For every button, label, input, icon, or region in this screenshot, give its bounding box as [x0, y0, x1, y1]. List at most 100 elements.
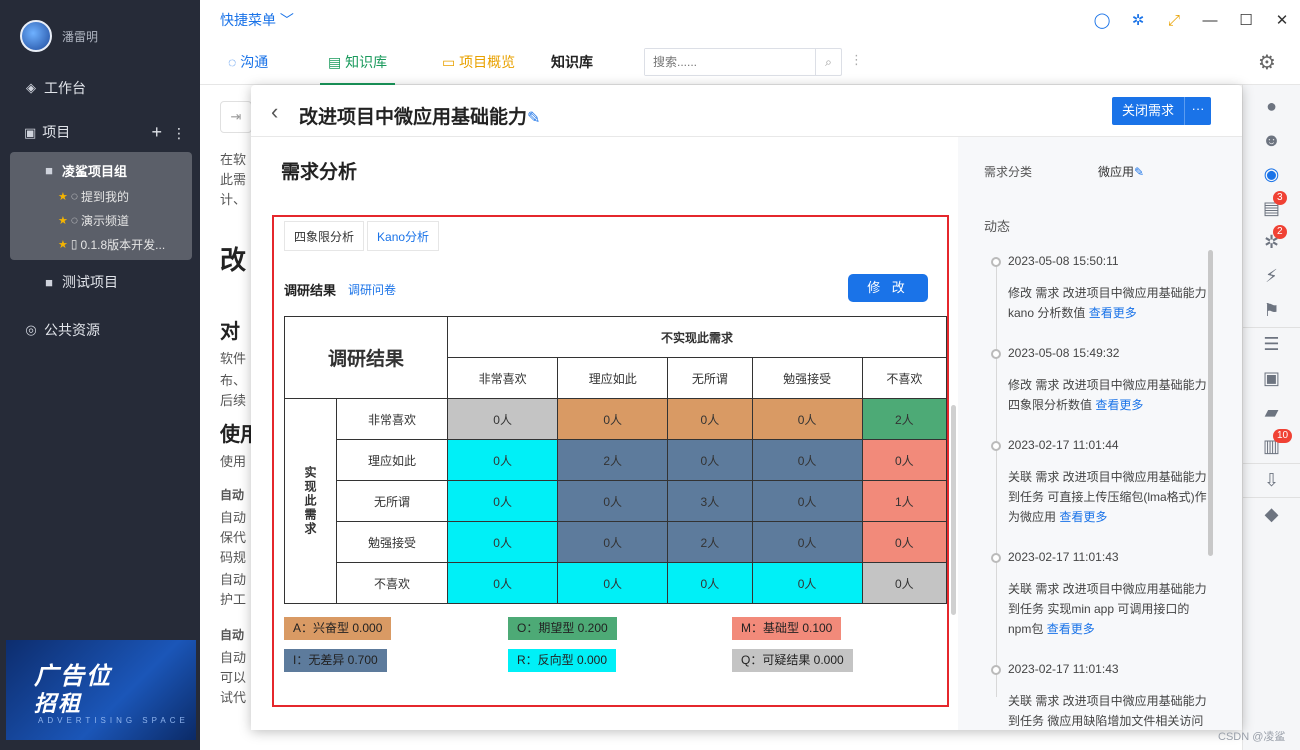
- back-icon[interactable]: ‹: [271, 99, 278, 125]
- terminal-icon[interactable]: ▣: [1243, 361, 1300, 395]
- bg-text: 后续: [220, 393, 247, 408]
- avatar[interactable]: [20, 20, 52, 52]
- table-cell: 0人: [557, 398, 669, 440]
- user-profile[interactable]: 潘雷明: [0, 0, 200, 72]
- group-item[interactable]: ★ ◌ 演示频道: [10, 208, 192, 232]
- user-star-icon[interactable]: ☻: [1243, 123, 1300, 157]
- tab-quadrant[interactable]: 四象限分析: [284, 221, 365, 251]
- event-text: 关联 需求 改进项目中微应用基础能力到任务 实现min app 可调用接口的np…: [1008, 579, 1208, 639]
- sidebar-toggle-icon[interactable]: ⇥: [220, 101, 252, 133]
- timeline-dot: [991, 349, 1001, 359]
- kano-analysis-box: 四象限分析 Kano分析 调研结果 调研问卷 修 改 调研结果 不实现此需求 非…: [272, 215, 949, 707]
- server-icon[interactable]: ☰: [1243, 327, 1300, 361]
- folder-icon: ■: [45, 162, 53, 178]
- event-time: 2023-05-08 15:50:11: [1008, 254, 1119, 268]
- bg-text: 使用: [220, 454, 247, 469]
- tab-kb[interactable]: ▤ 知识库: [320, 40, 396, 85]
- table-cell: 0人: [751, 439, 863, 481]
- project-icon: ▣: [24, 125, 37, 140]
- row-header: 无所谓: [335, 480, 449, 522]
- project-group-title[interactable]: ■ 凌鲨项目组: [10, 156, 192, 184]
- star-icon: ★: [58, 238, 68, 251]
- watermark: CSDN @凌鲨: [1218, 731, 1286, 743]
- chevron-down-icon: ﹀: [279, 12, 294, 28]
- row-header: 理应如此: [335, 439, 449, 481]
- search-icon[interactable]: ⌕: [815, 49, 841, 75]
- nav-test-project[interactable]: ■ 测试项目: [0, 266, 200, 298]
- edit-button[interactable]: 修 改: [848, 274, 928, 302]
- edit-pencil-icon[interactable]: ✎: [527, 110, 540, 127]
- gear-icon[interactable]: ⚙: [1258, 50, 1276, 75]
- row-header: 勉强接受: [335, 521, 449, 563]
- star-icon: ★: [58, 214, 68, 227]
- bg-text: 码规: [220, 550, 247, 565]
- event-more-link[interactable]: 查看更多: [1047, 622, 1095, 636]
- more-actions-button[interactable]: ···: [1184, 97, 1211, 125]
- event-time: 2023-05-08 15:49:32: [1008, 346, 1120, 360]
- location-icon[interactable]: ◉: [1243, 157, 1300, 191]
- minimize-icon[interactable]: —: [1192, 12, 1228, 29]
- chat-icon: ◌: [70, 213, 79, 227]
- table-cell: 0人: [751, 480, 863, 522]
- tab-kano[interactable]: Kano分析: [367, 221, 440, 251]
- group-item[interactable]: ★ ▯ 0.1.8版本开发...: [10, 232, 192, 256]
- flag-icon[interactable]: ⚑: [1243, 293, 1300, 327]
- bug-badge: 2: [1273, 225, 1287, 239]
- kano-table: 调研结果 不实现此需求 非常喜欢 理应如此 无所谓 勉强接受 不喜欢 实现此需求…: [283, 316, 948, 604]
- event-more-link[interactable]: 查看更多: [1089, 306, 1137, 320]
- event-more-link[interactable]: 查看更多: [1059, 510, 1107, 524]
- category-label: 需求分类: [984, 165, 1033, 179]
- flash-icon[interactable]: ⚡: [1243, 259, 1300, 293]
- add-project-icon[interactable]: +: [151, 122, 162, 142]
- doc-list-icon[interactable]: ▤ 3: [1243, 191, 1300, 225]
- bug-icon[interactable]: ✲: [1120, 11, 1156, 29]
- ad-banner[interactable]: 广告位 招租 ADVERTISING SPACE: [6, 640, 196, 740]
- maximize-icon[interactable]: ☐: [1228, 11, 1264, 29]
- row-header: 不喜欢: [335, 562, 449, 604]
- bug-icon[interactable]: ✲ 2: [1243, 225, 1300, 259]
- project-group: ■ 凌鲨项目组 ★ ◌ 提到我的 ★ ◌ 演示频道 ★ ▯ 0.1.8版本开发...: [10, 152, 192, 260]
- chat-icon: ◌: [228, 54, 237, 70]
- activity-scrollbar[interactable]: [1208, 250, 1213, 556]
- table-cell: 2人: [557, 439, 669, 481]
- nav-project[interactable]: ▣ 项目 + ⋮: [0, 116, 200, 148]
- timeline-dot: [991, 553, 1001, 563]
- legend-indifferent: I：无差异 0.700: [284, 649, 387, 672]
- folder-settings-icon[interactable]: ▰: [1243, 395, 1300, 429]
- tab-overview[interactable]: ▭ 项目概览: [442, 40, 515, 85]
- event-more-link[interactable]: 查看更多: [1095, 398, 1143, 412]
- more-icon[interactable]: ⋮: [172, 125, 186, 141]
- content-scrollbar[interactable]: [951, 405, 956, 615]
- cube-icon: ◈: [26, 80, 36, 95]
- quick-menu[interactable]: 快捷菜单 ﹀: [220, 10, 294, 30]
- table-cell: 0人: [667, 398, 753, 440]
- event-text: 修改 需求 改进项目中微应用基础能力kano 分析数值 查看更多: [1008, 283, 1208, 323]
- more-vertical-icon[interactable]: ⋮: [850, 52, 863, 68]
- bulb-icon[interactable]: ◯: [1084, 11, 1120, 29]
- ad-line3: ADVERTISING SPACE: [38, 716, 189, 725]
- close-requirement-button[interactable]: 关闭需求: [1112, 97, 1184, 125]
- table-cell: 0人: [447, 439, 559, 481]
- download-icon[interactable]: ⇩: [1243, 463, 1300, 497]
- timeline-dot: [991, 441, 1001, 451]
- edit-pencil-icon[interactable]: ✎: [1134, 165, 1144, 179]
- result-label: 调研结果: [284, 283, 337, 298]
- connect-icon[interactable]: ⤢: [1156, 12, 1192, 29]
- apps-icon[interactable]: ◆: [1243, 497, 1300, 531]
- nav-public[interactable]: ◎ 公共资源: [0, 314, 200, 346]
- event-desc: 关联 需求 改进项目中微应用基础能力到任务 微应用缺陷增加文件相关访问: [1008, 694, 1207, 728]
- close-icon[interactable]: ✕: [1264, 11, 1300, 29]
- nav-workbench[interactable]: ◈ 工作台: [0, 72, 200, 104]
- tab-comm[interactable]: ◌ 沟通: [228, 40, 268, 85]
- survey-link[interactable]: 调研问卷: [348, 281, 396, 298]
- tab-bar: ◌ 沟通 ▤ 知识库 ▭ 项目概览 知识库 ⌕ ⋮ ⚙: [200, 40, 1300, 85]
- table-cell: 1人: [861, 480, 948, 522]
- test-icon[interactable]: ▥ 10: [1243, 429, 1300, 463]
- bulb-icon[interactable]: ●: [1243, 89, 1300, 123]
- event-text: 修改 需求 改进项目中微应用基础能力四象限分析数值 查看更多: [1008, 375, 1208, 415]
- event-time: 2023-02-17 11:01:43: [1008, 662, 1119, 676]
- group-item[interactable]: ★ ◌ 提到我的: [10, 184, 192, 208]
- event-time: 2023-02-17 11:01:44: [1008, 438, 1119, 452]
- search-input[interactable]: [645, 49, 815, 75]
- overview-icon: ▭: [442, 54, 456, 70]
